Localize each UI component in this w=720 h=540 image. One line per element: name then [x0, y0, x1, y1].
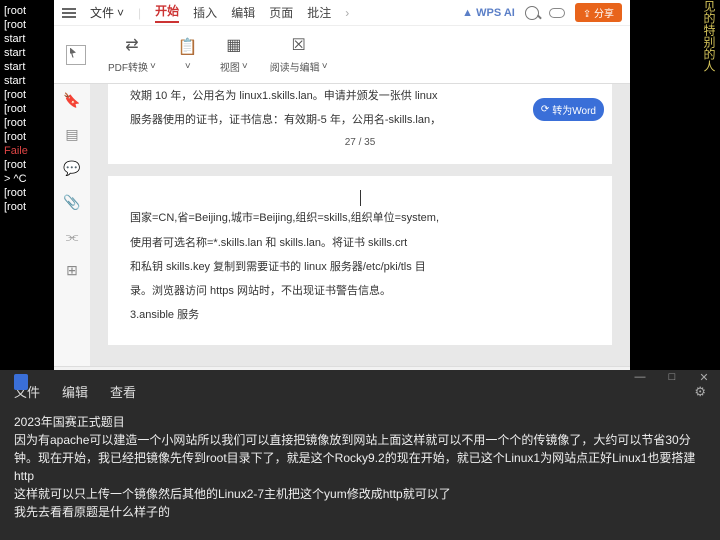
read-edit-tool[interactable]: ☒阅读与编辑˅: [270, 35, 328, 74]
thumbnail-icon[interactable]: ▤: [64, 126, 80, 142]
note-line: 因为有apache可以建造一个小网站所以我们可以直接把镜像放到网站上面这样就可以…: [14, 431, 706, 485]
menu-edit[interactable]: 编辑: [62, 382, 88, 401]
tab-insert[interactable]: 插入: [193, 4, 217, 21]
doc-text: 使用者可选名称=*.skills.lan 和 skills.lan。将证书 sk…: [130, 231, 590, 255]
text-icon: ☒: [289, 35, 309, 55]
doc-text: 服务器使用的证书，证书信息：有效期-5 年，公用名-skills.lan，: [130, 108, 590, 132]
clipboard-tool[interactable]: 📋˅: [178, 37, 198, 72]
tabs-more-icon[interactable]: ›: [345, 6, 349, 20]
notes-menu: 义件 编辑 查看 ⚙: [0, 370, 720, 409]
search-icon[interactable]: [525, 6, 539, 20]
tab-start[interactable]: 开始: [155, 2, 179, 23]
apps-icon[interactable]: ⊞: [64, 262, 80, 278]
document-area[interactable]: ⟳转为Word 效期 10 年，公用名为 linux1.skills.lan。申…: [90, 84, 630, 366]
doc-text: 录。浏览器访问 https 网站时，不出现证书警告信息。: [130, 279, 590, 303]
clipboard-icon: 📋: [178, 37, 198, 57]
view-tool[interactable]: ▦视图˅: [220, 35, 248, 74]
tab-edit[interactable]: 编辑: [231, 4, 255, 21]
pdf-icon: ⇄: [122, 35, 142, 55]
doc-text: 和私钥 skills.key 复制到需要证书的 linux 服务器/etc/pk…: [130, 255, 590, 279]
file-menu[interactable]: 文件˅: [90, 4, 124, 21]
text-cursor: [360, 190, 361, 206]
note-line: 我先去看看原题是什么样子的: [14, 503, 706, 521]
cloud-icon[interactable]: [549, 8, 565, 18]
pdf-convert[interactable]: ⇄PDF转换˅: [108, 35, 156, 74]
attachment-icon[interactable]: 📎: [64, 194, 80, 210]
convert-word-button[interactable]: ⟳转为Word: [533, 98, 604, 121]
notes-body[interactable]: 2023年国赛正式题目 因为有apache可以建造一个小网站所以我们可以直接把镜…: [0, 409, 720, 525]
close-icon[interactable]: ✕: [688, 366, 720, 388]
share-button[interactable]: ⇪ 分享: [575, 3, 622, 22]
bookmark-icon[interactable]: 🔖: [64, 92, 80, 108]
doc-text: 国家=CN,省=Beijing,城市=Beijing,组织=skills,组织单…: [130, 206, 590, 230]
wps-ai-button[interactable]: ▲ WPS AI: [462, 7, 515, 19]
tab-bar: 文件˅ | 开始 插入 编辑 页面 批注 › ▲ WPS AI ⇪ 分享: [54, 0, 630, 26]
minimize-icon[interactable]: —: [624, 366, 656, 388]
cursor-icon: [66, 45, 86, 65]
cursor-tool[interactable]: [66, 45, 86, 65]
ribbon: ⇄PDF转换˅ 📋˅ ▦视图˅ ☒阅读与编辑˅: [54, 26, 630, 84]
notes-panel: — □ ✕ 义件 编辑 查看 ⚙ 2023年国赛正式题目 因为有apache可以…: [0, 370, 720, 540]
doc-text: 3.ansible 服务: [130, 303, 590, 327]
comment-icon[interactable]: 💬: [64, 160, 80, 176]
doc-page-2: 国家=CN,省=Beijing,城市=Beijing,组织=skills,组织单…: [108, 176, 612, 345]
link-icon[interactable]: ⫘: [64, 228, 80, 244]
doc-page-1: 效期 10 年，公用名为 linux1.skills.lan。申请并颁发一张供 …: [108, 84, 612, 164]
side-toolbar: 🔖 ▤ 💬 📎 ⫘ ⊞: [54, 84, 90, 366]
side-vertical-text: 见的特别的人: [701, 0, 716, 72]
note-line: 这样就可以只上传一个镜像然后其他的Linux2-7主机把这个yum修改成http…: [14, 485, 706, 503]
grid-icon: ▦: [224, 35, 244, 55]
menu-icon[interactable]: [62, 8, 76, 18]
doc-text: 效期 10 年，公用名为 linux1.skills.lan。申请并颁发一张供 …: [130, 84, 590, 108]
notes-app-icon[interactable]: [14, 374, 28, 390]
window-controls: — □ ✕: [624, 366, 720, 388]
note-line: 2023年国赛正式题目: [14, 413, 706, 431]
wps-window: 文件˅ | 开始 插入 编辑 页面 批注 › ▲ WPS AI ⇪ 分享 ⇄PD…: [54, 0, 630, 392]
menu-view[interactable]: 查看: [110, 382, 136, 401]
maximize-icon[interactable]: □: [656, 366, 688, 388]
page-number: 27 / 35: [130, 132, 590, 154]
tab-page[interactable]: 页面: [269, 4, 293, 21]
tab-comment[interactable]: 批注: [307, 4, 331, 21]
